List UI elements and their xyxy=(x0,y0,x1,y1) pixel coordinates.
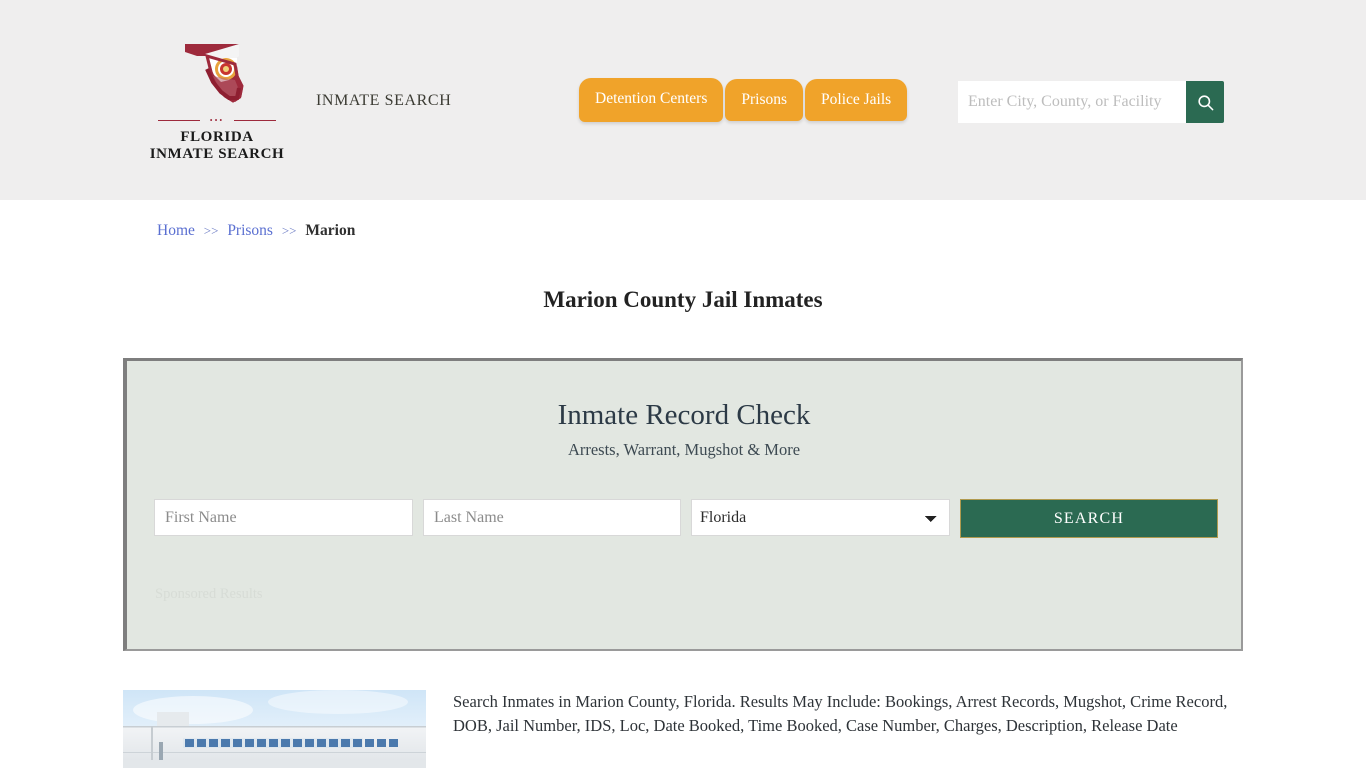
header-inner: ••• FLORIDA INMATE SEARCH INMATE SEARCH … xyxy=(0,0,1366,200)
nav-tab-prisons[interactable]: Prisons xyxy=(725,79,804,121)
site-logo[interactable]: ••• FLORIDA INMATE SEARCH xyxy=(147,36,287,163)
florida-map-icon xyxy=(177,36,257,114)
header-search-input[interactable] xyxy=(958,81,1186,123)
search-icon xyxy=(1197,94,1213,110)
header-search-button[interactable] xyxy=(1186,81,1224,123)
breadcrumb-item-prisons[interactable]: Prisons xyxy=(227,222,273,239)
logo-text-line2: INMATE SEARCH xyxy=(149,146,285,162)
page-title: Marion County Jail Inmates xyxy=(543,287,823,313)
breadcrumb-item-current: Marion xyxy=(305,222,356,239)
facility-result-row: Search Inmates in Marion County, Florida… xyxy=(123,690,1253,768)
breadcrumb-separator: >> xyxy=(203,223,219,238)
jail-building-photo[interactable] xyxy=(123,690,426,768)
header-search xyxy=(958,81,1224,123)
state-select[interactable]: Florida xyxy=(691,499,950,536)
search-button[interactable]: SEARCH xyxy=(960,499,1218,538)
widget-subtitle: Arrests, Warrant, Mugshot & More xyxy=(567,440,801,459)
breadcrumb-separator: >> xyxy=(281,223,297,238)
first-name-input[interactable] xyxy=(154,499,413,536)
main-navigation: Detention Centers Prisons Police Jails xyxy=(579,78,909,126)
inmate-record-check-widget: Inmate Record Check Arrests, Warrant, Mu… xyxy=(123,358,1243,651)
header-tagline: INMATE SEARCH xyxy=(316,92,452,109)
logo-text-line1: FLORIDA xyxy=(180,129,254,145)
sponsored-results-label: Sponsored Results xyxy=(155,586,263,602)
logo-divider: ••• xyxy=(158,116,276,126)
facility-description: Search Inmates in Marion County, Florida… xyxy=(453,692,1228,735)
breadcrumb: Home >> Prisons >> Marion xyxy=(157,222,355,240)
nav-tab-detention-centers[interactable]: Detention Centers xyxy=(579,78,724,122)
site-header: ••• FLORIDA INMATE SEARCH INMATE SEARCH … xyxy=(0,0,1366,200)
breadcrumb-item-home[interactable]: Home xyxy=(157,222,195,239)
nav-tab-police-jails[interactable]: Police Jails xyxy=(805,79,908,121)
widget-title: Inmate Record Check xyxy=(557,399,811,431)
last-name-input[interactable] xyxy=(423,499,681,536)
inmate-search-form: Florida SEARCH xyxy=(154,499,1218,538)
